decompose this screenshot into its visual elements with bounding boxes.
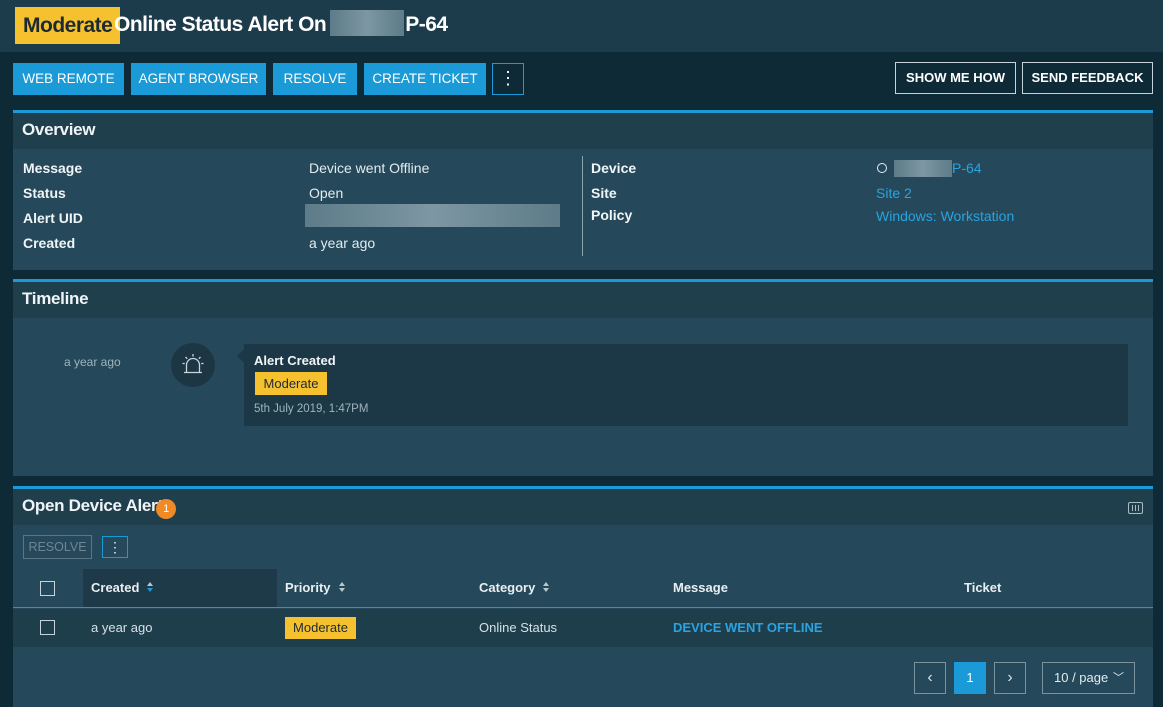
open-device-alerts-panel: Open Device Alerts 1 RESOLVE ⋮ Created P…: [13, 486, 1153, 707]
overview-body: Message Device went Offline Status Open …: [13, 149, 1153, 270]
row-created: a year ago: [91, 620, 153, 635]
status-label: Status: [23, 185, 66, 201]
column-created-label: Created: [91, 580, 140, 595]
timeline-priority-badge: Moderate: [255, 372, 327, 395]
page-1-button[interactable]: 1: [954, 662, 986, 694]
show-me-how-button[interactable]: SHOW ME HOW: [895, 62, 1016, 94]
message-label: Message: [23, 160, 83, 176]
column-category-label: Category: [479, 580, 536, 595]
prev-page-icon[interactable]: ‹: [914, 662, 946, 694]
column-created[interactable]: Created: [83, 569, 277, 607]
timeline-event-time: a year ago: [64, 355, 121, 369]
row-category: Online Status: [479, 620, 558, 635]
page-size-select[interactable]: 10 / page ﹀: [1042, 662, 1135, 694]
web-remote-button[interactable]: WEB REMOTE: [13, 63, 124, 95]
overview-title: Overview: [13, 113, 1153, 149]
alert-siren-icon: [171, 343, 215, 387]
redacted-alert-uid: [305, 204, 560, 227]
column-priority-label: Priority: [285, 580, 331, 595]
status-value: Open: [309, 185, 344, 201]
timeline-panel: Timeline a year ago Alert Created Modera…: [13, 279, 1153, 476]
send-feedback-button[interactable]: SEND FEEDBACK: [1022, 62, 1153, 94]
alerts-table-header: Created Priority Category Message Ticket: [13, 569, 1153, 608]
timeline-event-title: Alert Created: [254, 353, 336, 368]
next-page-icon[interactable]: ›: [994, 662, 1026, 694]
title-prefix: Online Status Alert On: [114, 13, 327, 36]
open-alerts-body: RESOLVE ⋮ Created Priority Category Mess…: [13, 525, 1153, 707]
alert-header: Moderate Online Status Alert On P-64: [0, 0, 1163, 52]
device-link[interactable]: P-64: [952, 160, 982, 176]
row-message-link[interactable]: DEVICE WENT OFFLINE: [673, 609, 823, 647]
row-priority-badge: Moderate: [285, 617, 356, 639]
page-title: Online Status Alert On P-64: [114, 10, 448, 39]
sort-icon: [338, 582, 346, 593]
timeline-body: a year ago Alert Created Moderate 5th Ju…: [13, 318, 1153, 476]
policy-link[interactable]: Windows: Workstation: [876, 208, 1014, 224]
overview-divider: [582, 156, 583, 256]
column-settings-icon[interactable]: [1128, 502, 1143, 514]
redacted-device-name: [330, 10, 405, 37]
policy-label: Policy: [591, 207, 633, 223]
select-all-checkbox[interactable]: [40, 581, 55, 596]
bulk-more-actions-icon[interactable]: ⋮: [102, 536, 128, 558]
bulk-resolve-button[interactable]: RESOLVE: [23, 535, 92, 559]
more-actions-icon[interactable]: ⋮: [492, 63, 524, 95]
site-label: Site: [591, 185, 617, 201]
resolve-button[interactable]: RESOLVE: [273, 63, 357, 95]
action-toolbar: WEB REMOTE AGENT BROWSER RESOLVE CREATE …: [0, 52, 1163, 102]
create-ticket-button[interactable]: CREATE TICKET: [364, 63, 486, 95]
offline-status-icon: [877, 163, 887, 173]
timeline-title: Timeline: [13, 282, 1153, 318]
table-row[interactable]: a year ago Moderate Online Status DEVICE…: [13, 609, 1153, 647]
site-link[interactable]: Site 2: [876, 185, 912, 201]
title-device-suffix: P-64: [405, 13, 448, 36]
column-category[interactable]: Category: [479, 569, 550, 607]
column-message: Message: [673, 580, 728, 595]
timeline-event-date: 5th July 2019, 1:47PM: [254, 403, 369, 415]
created-label: Created: [23, 235, 76, 251]
agent-browser-button[interactable]: AGENT BROWSER: [131, 63, 266, 95]
chevron-down-icon: ﹀: [1113, 672, 1124, 684]
device-label: Device: [591, 160, 637, 176]
sort-icon: [543, 582, 550, 593]
timeline-card-pointer: [237, 349, 244, 363]
severity-badge: Moderate: [15, 7, 121, 44]
message-value: Device went Offline: [309, 160, 430, 176]
overview-panel: Overview Message Device went Offline Sta…: [13, 110, 1153, 270]
timeline-event-card: Alert Created Moderate 5th July 2019, 1:…: [244, 344, 1128, 426]
created-value: a year ago: [309, 235, 376, 251]
column-priority[interactable]: Priority: [285, 569, 346, 607]
open-alerts-count-badge: 1: [156, 499, 176, 519]
open-alerts-title: Open Device Alerts: [22, 496, 172, 515]
page-size-value: 10 / page: [1054, 670, 1109, 685]
row-checkbox[interactable]: [40, 620, 55, 635]
alert-uid-label: Alert UID: [23, 210, 83, 226]
open-alerts-header: Open Device Alerts 1: [13, 489, 1153, 525]
column-ticket: Ticket: [964, 580, 1002, 595]
redacted-device-link: [894, 160, 952, 177]
sort-asc-icon: [147, 582, 154, 593]
